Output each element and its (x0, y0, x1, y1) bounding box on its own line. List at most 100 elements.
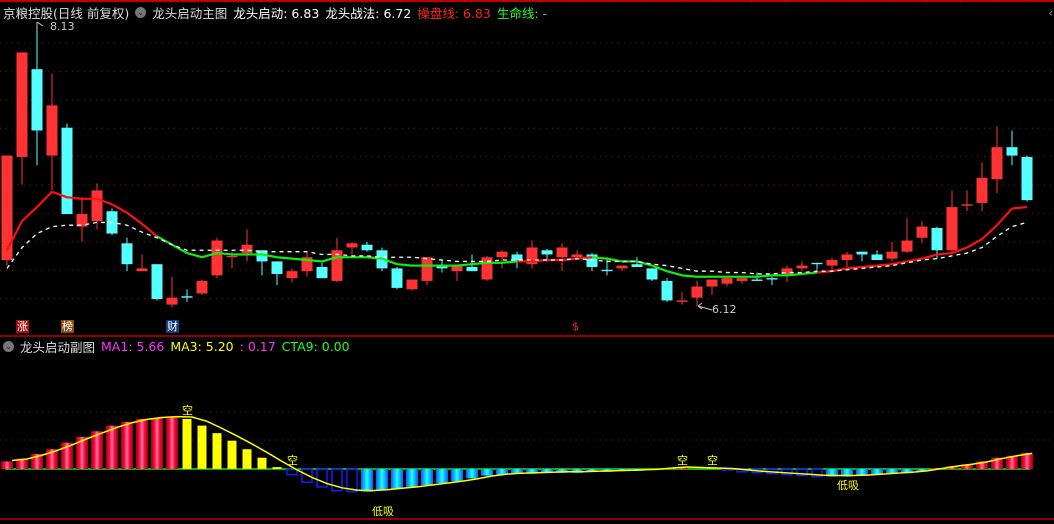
indicator-name[interactable]: 龙头启动主图 (152, 3, 227, 22)
ma-segment (876, 263, 893, 267)
candle-body (916, 226, 928, 238)
candle-body (241, 244, 253, 254)
candle-body (391, 268, 403, 288)
candle-body (961, 204, 973, 206)
sub-indicator-value: CTA9: 0.00 (281, 339, 350, 354)
indicator-value: 龙头启动: 6.83 (233, 6, 320, 21)
sub-indicator-dropdown-icon[interactable]: ⌄ (3, 341, 14, 352)
candle-body (676, 300, 688, 302)
signal-label: 空 (182, 404, 193, 417)
candle-body (496, 251, 508, 258)
histogram-bar-fall (242, 449, 252, 469)
signal-label: 空 (287, 454, 298, 467)
candle-body (646, 268, 658, 280)
signal-tag[interactable]: 财 (166, 320, 179, 333)
ma-segment (366, 256, 383, 260)
histogram-bar-recover (451, 469, 463, 482)
candle-body (1006, 147, 1018, 156)
ma-segment (276, 256, 293, 260)
ma-segment (291, 257, 308, 262)
histogram-bar-recover (466, 469, 478, 479)
candle-body (586, 254, 598, 267)
candle-body (616, 265, 628, 269)
signal-label: 空 (677, 454, 688, 467)
candle-body (811, 262, 823, 265)
ma-segment (786, 272, 803, 277)
ma-segment (126, 211, 143, 225)
histogram-bar-up (1, 461, 13, 469)
candle-body (61, 127, 73, 215)
histogram-bar-fall (182, 419, 192, 469)
histogram-bar-up (151, 418, 163, 469)
sub-indicator-value: MA1: 5.66 (101, 339, 165, 354)
ma-segment (861, 264, 878, 269)
sub-indicator-name[interactable]: 龙头启动副图 (20, 337, 95, 356)
candle-body (631, 264, 643, 267)
collapse-arrow-icon[interactable]: ‹ (1048, 6, 1053, 20)
candle-body (556, 247, 568, 258)
histogram-series (1, 417, 1033, 493)
histogram-bar-recover (481, 469, 493, 476)
histogram-bar-recover (436, 469, 448, 484)
candle-body (196, 280, 208, 294)
histogram-bar-recover (421, 469, 433, 486)
histogram-bar-fall (257, 457, 267, 469)
indicator-dropdown-icon[interactable]: ⌄ (135, 7, 147, 18)
ma-segment (921, 253, 938, 260)
ma-segment (756, 274, 773, 278)
ma-segment (501, 260, 518, 264)
candle-body (406, 279, 418, 290)
candle-body (421, 257, 433, 281)
signal-tag[interactable]: $ (571, 320, 580, 333)
candle-body (601, 269, 613, 272)
histogram-bar-recover (391, 469, 403, 489)
ma-segment (966, 238, 983, 249)
ma-segment (1011, 205, 1028, 210)
candle-body (466, 266, 478, 272)
ma-segment (186, 251, 203, 259)
ma-segment (576, 256, 593, 260)
candle-body (976, 177, 988, 203)
ma-segment (456, 263, 473, 267)
candle-body (286, 271, 298, 279)
candle-body (826, 260, 838, 266)
candle-body (901, 240, 913, 252)
candle-body (91, 190, 103, 222)
candle-body (271, 261, 283, 274)
indicator-value: 生命线: - (496, 6, 548, 21)
histogram-bar-recover (406, 469, 418, 487)
candle-body (121, 243, 133, 265)
signal-label: 空 (707, 454, 718, 467)
candle-body (886, 251, 898, 259)
ma-segment (396, 263, 413, 267)
sub-header: ⌄ 龙头启动副图 MA1: 5.66 MA3: 5.20 : 0.17 CTA9… (3, 337, 356, 356)
histogram-bar-up (136, 419, 148, 469)
candle-body (1021, 156, 1033, 201)
high-price-label: 8.13 (50, 20, 75, 33)
candle-body (856, 251, 868, 255)
histogram-bar-up (166, 417, 178, 469)
candle-body (706, 279, 718, 287)
ma-segment (471, 261, 488, 266)
candle-body (871, 254, 883, 261)
candle-body (16, 52, 28, 157)
candle-body (181, 296, 193, 298)
ma-segment (936, 251, 953, 256)
histogram-bar-up (121, 421, 133, 469)
chart-canvas[interactable] (0, 0, 1054, 524)
ma-segment (981, 224, 998, 240)
main-header: 京粮控股(日线 前复权) ⌄ 龙头启动主图 龙头启动: 6.83 龙头战法: 6… (3, 3, 553, 22)
candle-body (751, 279, 763, 281)
ma-segment (66, 196, 83, 200)
signal-tag[interactable]: 榜 (61, 320, 74, 333)
candle-body (766, 278, 778, 280)
indicator-value: 龙头战法: 6.72 (325, 6, 412, 21)
histogram-bar-down (316, 468, 328, 488)
signal-tag[interactable]: 涨 (16, 320, 29, 333)
candle-body (661, 280, 673, 301)
candle-body (166, 297, 178, 305)
ma-segment (36, 190, 53, 208)
candle-body (316, 266, 328, 279)
candle-body (841, 254, 853, 261)
histogram-bar-recover (361, 469, 373, 492)
